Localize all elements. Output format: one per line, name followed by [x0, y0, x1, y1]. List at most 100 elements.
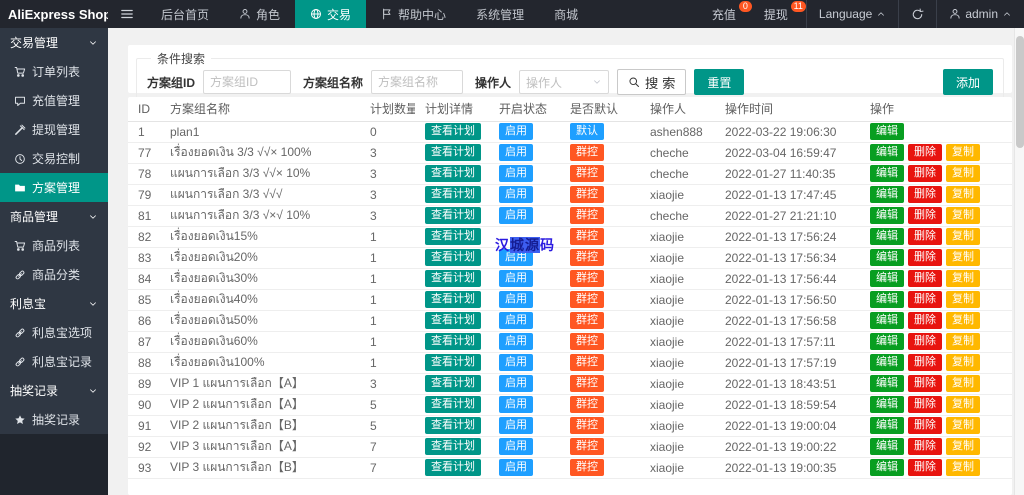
edit-button[interactable]: 编辑: [870, 354, 904, 371]
copy-button[interactable]: 复制: [946, 375, 980, 392]
edit-button[interactable]: 编辑: [870, 312, 904, 329]
view-plan-button[interactable]: 查看计划: [425, 123, 481, 140]
status-button[interactable]: 启用: [499, 438, 533, 455]
copy-button[interactable]: 复制: [946, 333, 980, 350]
top-nav-item[interactable]: 后台首页: [146, 0, 224, 28]
copy-button[interactable]: 复制: [946, 312, 980, 329]
refresh-button[interactable]: [899, 0, 937, 28]
default-button[interactable]: 群控: [570, 459, 604, 476]
sidebar-toggle-button[interactable]: [108, 0, 146, 28]
withdraw-nav[interactable]: 提现 11: [752, 0, 806, 28]
view-plan-button[interactable]: 查看计划: [425, 228, 481, 245]
delete-button[interactable]: 删除: [908, 270, 942, 287]
default-button[interactable]: 群控: [570, 375, 604, 392]
status-button[interactable]: 启用: [499, 270, 533, 287]
sidebar-item[interactable]: 抽奖记录: [0, 405, 108, 434]
view-plan-button[interactable]: 查看计划: [425, 249, 481, 266]
default-button[interactable]: 群控: [570, 207, 604, 224]
top-nav-item[interactable]: 交易: [295, 0, 366, 28]
status-button[interactable]: 启用: [499, 291, 533, 308]
sidebar-group[interactable]: 交易管理: [0, 28, 108, 57]
copy-button[interactable]: 复制: [946, 249, 980, 266]
default-button[interactable]: 群控: [570, 270, 604, 287]
delete-button[interactable]: 删除: [908, 396, 942, 413]
view-plan-button[interactable]: 查看计划: [425, 291, 481, 308]
view-plan-button[interactable]: 查看计划: [425, 396, 481, 413]
view-plan-button[interactable]: 查看计划: [425, 207, 481, 224]
scrollbar-thumb[interactable]: [1016, 36, 1024, 148]
default-button[interactable]: 群控: [570, 228, 604, 245]
default-button[interactable]: 群控: [570, 165, 604, 182]
default-button[interactable]: 群控: [570, 144, 604, 161]
status-button[interactable]: 启用: [499, 144, 533, 161]
sidebar-group[interactable]: 商品管理: [0, 202, 108, 231]
status-button[interactable]: 启用: [499, 333, 533, 350]
edit-button[interactable]: 编辑: [870, 417, 904, 434]
status-button[interactable]: 启用: [499, 459, 533, 476]
reset-button[interactable]: 重置: [694, 69, 744, 95]
sidebar-item[interactable]: 利息宝选项: [0, 318, 108, 347]
delete-button[interactable]: 删除: [908, 375, 942, 392]
edit-button[interactable]: 编辑: [870, 123, 904, 140]
sidebar-item[interactable]: 商品列表: [0, 231, 108, 260]
delete-button[interactable]: 删除: [908, 291, 942, 308]
copy-button[interactable]: 复制: [946, 207, 980, 224]
default-button[interactable]: 群控: [570, 186, 604, 203]
view-plan-button[interactable]: 查看计划: [425, 459, 481, 476]
top-nav-item[interactable]: 商城: [539, 0, 593, 28]
delete-button[interactable]: 删除: [908, 186, 942, 203]
status-button[interactable]: 启用: [499, 165, 533, 182]
status-button[interactable]: 启用: [499, 123, 533, 140]
group-name-input[interactable]: [371, 70, 463, 94]
default-button[interactable]: 群控: [570, 312, 604, 329]
copy-button[interactable]: 复制: [946, 144, 980, 161]
sidebar-item[interactable]: 提现管理: [0, 115, 108, 144]
view-plan-button[interactable]: 查看计划: [425, 312, 481, 329]
edit-button[interactable]: 编辑: [870, 375, 904, 392]
copy-button[interactable]: 复制: [946, 270, 980, 287]
edit-button[interactable]: 编辑: [870, 165, 904, 182]
delete-button[interactable]: 删除: [908, 165, 942, 182]
delete-button[interactable]: 删除: [908, 417, 942, 434]
copy-button[interactable]: 复制: [946, 291, 980, 308]
copy-button[interactable]: 复制: [946, 459, 980, 476]
delete-button[interactable]: 删除: [908, 249, 942, 266]
search-button[interactable]: 搜 索: [617, 69, 686, 95]
view-plan-button[interactable]: 查看计划: [425, 354, 481, 371]
status-button[interactable]: 启用: [499, 186, 533, 203]
sidebar-item[interactable]: 方案管理: [0, 173, 108, 202]
sidebar-item[interactable]: 商品分类: [0, 260, 108, 289]
default-button[interactable]: 群控: [570, 438, 604, 455]
status-button[interactable]: 启用: [499, 417, 533, 434]
group-id-input[interactable]: [203, 70, 291, 94]
admin-menu[interactable]: admin: [937, 0, 1024, 28]
delete-button[interactable]: 删除: [908, 459, 942, 476]
edit-button[interactable]: 编辑: [870, 396, 904, 413]
edit-button[interactable]: 编辑: [870, 186, 904, 203]
sidebar-group[interactable]: 利息宝: [0, 289, 108, 318]
top-nav-item[interactable]: 系统管理: [461, 0, 539, 28]
default-button[interactable]: 群控: [570, 354, 604, 371]
sidebar-item[interactable]: 利息宝记录: [0, 347, 108, 376]
copy-button[interactable]: 复制: [946, 438, 980, 455]
view-plan-button[interactable]: 查看计划: [425, 144, 481, 161]
status-button[interactable]: 启用: [499, 312, 533, 329]
top-nav-item[interactable]: 帮助中心: [366, 0, 461, 28]
status-button[interactable]: 启用: [499, 396, 533, 413]
copy-button[interactable]: 复制: [946, 228, 980, 245]
delete-button[interactable]: 删除: [908, 144, 942, 161]
default-button[interactable]: 群控: [570, 333, 604, 350]
edit-button[interactable]: 编辑: [870, 333, 904, 350]
operator-select[interactable]: 操作人: [519, 70, 609, 94]
default-button[interactable]: 群控: [570, 396, 604, 413]
delete-button[interactable]: 删除: [908, 312, 942, 329]
sidebar-item[interactable]: 交易控制: [0, 144, 108, 173]
edit-button[interactable]: 编辑: [870, 249, 904, 266]
view-plan-button[interactable]: 查看计划: [425, 165, 481, 182]
default-button[interactable]: 默认: [570, 123, 604, 140]
edit-button[interactable]: 编辑: [870, 144, 904, 161]
default-button[interactable]: 群控: [570, 417, 604, 434]
view-plan-button[interactable]: 查看计划: [425, 438, 481, 455]
delete-button[interactable]: 删除: [908, 354, 942, 371]
view-plan-button[interactable]: 查看计划: [425, 375, 481, 392]
